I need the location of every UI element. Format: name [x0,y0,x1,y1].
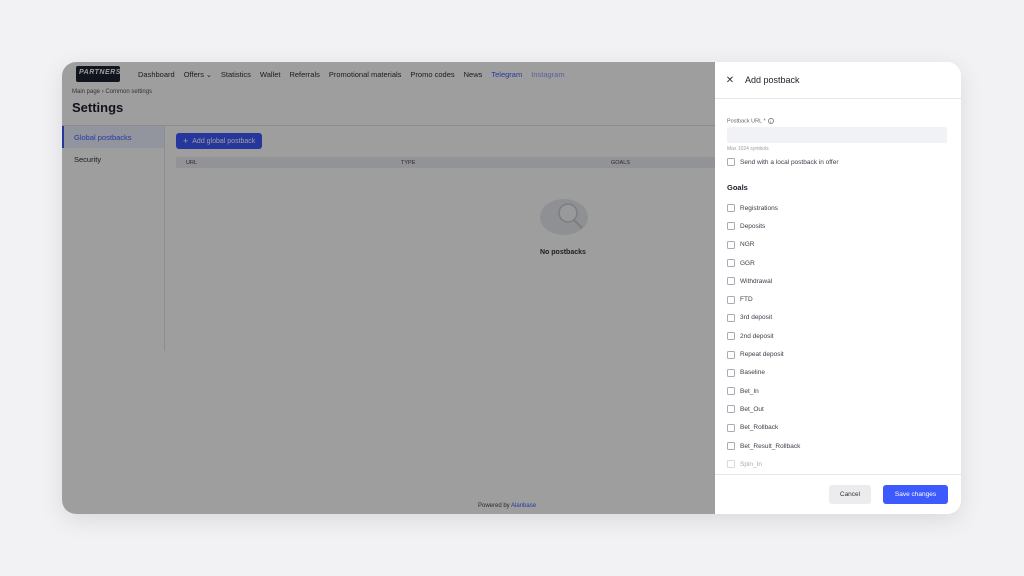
info-icon[interactable]: i [767,118,774,124]
drawer-title: Add postback [745,75,800,85]
goal-checkbox[interactable] [727,259,735,268]
goal-checkbox[interactable] [727,405,735,414]
goal-checkbox[interactable] [727,222,735,231]
goal-checkbox[interactable] [727,204,735,213]
goal-2nd-deposit[interactable]: 2nd deposit [727,327,800,345]
modal-overlay[interactable] [62,62,715,514]
goal-checkbox[interactable] [727,332,735,341]
add-postback-drawer: ✕ Add postback Postback URL * i Max 1024 … [715,62,961,514]
postback-url-input[interactable] [727,127,947,143]
drawer-header: ✕ Add postback [715,62,961,99]
goals-title: Goals [727,183,748,192]
postback-url-label: Postback URL * i [727,118,774,124]
goal-baseline[interactable]: Baseline [727,364,800,382]
goal-ggr[interactable]: GGR [727,254,800,272]
goal-checkbox[interactable] [727,460,735,469]
goal-checkbox[interactable] [727,277,735,286]
goal-spin-in[interactable]: Spin_In [727,455,800,473]
local-postback-checkbox[interactable] [727,158,735,166]
goal-checkbox[interactable] [727,295,735,304]
local-postback-label: Send with a local postback in offer [740,158,839,166]
save-changes-button[interactable]: Save changes [883,485,948,504]
goals-list: Registrations Deposits NGR GGR Withdrawa… [727,199,800,473]
postback-url-hint: Max 1024 symbols [727,146,769,152]
goal-3rd-deposit[interactable]: 3rd deposit [727,309,800,327]
goal-bet-rollback[interactable]: Bet_Rollback [727,419,800,437]
goal-bet-in[interactable]: Bet_In [727,382,800,400]
close-icon[interactable]: ✕ [715,75,745,86]
goal-checkbox[interactable] [727,313,735,322]
local-postback-option[interactable]: Send with a local postback in offer [727,158,839,166]
app-window: PARTNERS Dashboard Offers ⌄ Statistics Wa… [62,62,961,514]
goal-checkbox[interactable] [727,423,735,432]
goal-withdrawal[interactable]: Withdrawal [727,272,800,290]
drawer-footer: Cancel Save changes [715,474,961,514]
goal-checkbox[interactable] [727,368,735,377]
goal-checkbox[interactable] [727,442,735,450]
goal-ngr[interactable]: NGR [727,236,800,254]
goal-checkbox[interactable] [727,240,735,249]
goal-checkbox[interactable] [727,350,735,359]
goal-registrations[interactable]: Registrations [727,199,800,217]
goal-deposits[interactable]: Deposits [727,217,800,235]
goal-repeat-deposit[interactable]: Repeat deposit [727,345,800,363]
cancel-button[interactable]: Cancel [829,485,871,504]
goal-checkbox[interactable] [727,387,735,396]
goal-bet-result-rollback[interactable]: Bet_Result_Rollback [727,437,800,455]
goal-ftd[interactable]: FTD [727,290,800,308]
goal-bet-out[interactable]: Bet_Out [727,400,800,418]
